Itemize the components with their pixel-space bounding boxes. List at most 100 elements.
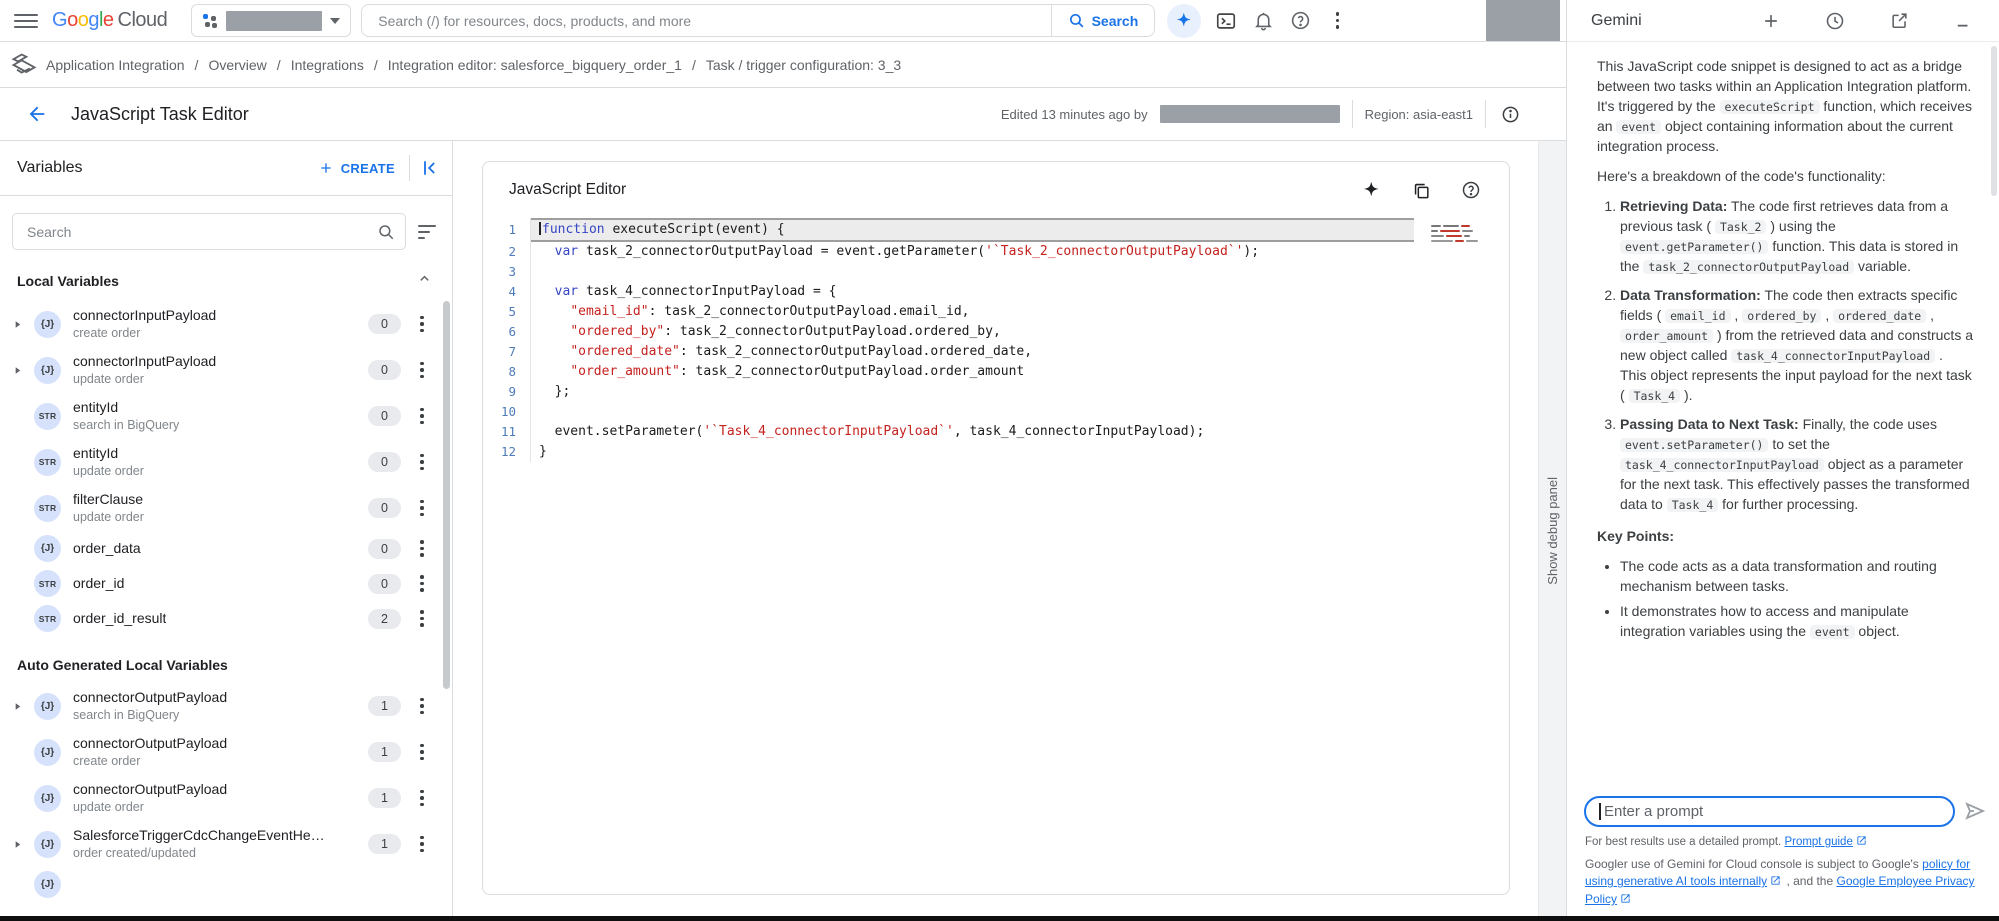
usage-count-badge: 0 — [368, 498, 401, 518]
more-options-icon[interactable] — [410, 404, 434, 428]
variable-row[interactable]: STRfilterClauseupdate order0 — [0, 485, 452, 531]
variable-name: SalesforceTriggerCdcChangeEventHeader… — [73, 826, 328, 845]
history-button[interactable] — [1823, 9, 1847, 33]
google-cloud-logo[interactable]: GoogleCloud — [52, 9, 167, 32]
breadcrumb-segment[interactable]: Application Integration — [46, 57, 185, 73]
json-type-icon: {J} — [34, 831, 61, 858]
global-search: Search — [361, 4, 1155, 37]
external-link-icon — [1770, 874, 1781, 891]
more-options-icon[interactable] — [410, 450, 434, 474]
new-chat-button[interactable] — [1759, 9, 1783, 33]
kebab-icon — [1336, 12, 1340, 29]
prompt-input[interactable] — [1584, 796, 1955, 827]
gemini-title: Gemini — [1591, 12, 1642, 30]
prompt-guide-link[interactable]: Prompt guide — [1784, 836, 1852, 848]
project-selector[interactable] — [191, 4, 351, 37]
variable-row[interactable]: STRentityIdsearch in BigQuery0 — [0, 393, 452, 439]
code-line[interactable]: 4 var task_4_connectorInputPayload = { — [483, 282, 1509, 302]
code-editor[interactable]: 1function executeScript(event) {2 var ta… — [483, 218, 1509, 462]
breadcrumb-segment[interactable]: Overview — [208, 57, 266, 73]
variable-row[interactable]: {J}connectorInputPayloadupdate order0 — [0, 347, 452, 393]
bell-icon — [1253, 10, 1274, 31]
variable-row[interactable]: {J}order_data0 — [0, 531, 452, 566]
expand-arrow-icon[interactable] — [12, 839, 29, 850]
code-line[interactable]: 3 — [483, 262, 1509, 282]
gemini-generate-button[interactable] — [1359, 178, 1383, 202]
chevron-up-icon[interactable] — [417, 271, 432, 291]
sort-icon[interactable] — [418, 224, 438, 240]
gemini-button[interactable] — [1167, 4, 1201, 38]
sidebar-scrollbar[interactable] — [443, 301, 450, 689]
notifications-button[interactable] — [1251, 9, 1275, 33]
code-line[interactable]: 6 "ordered_by": task_2_connectorOutputPa… — [483, 322, 1509, 342]
breadcrumb-segment[interactable]: Integrations — [291, 57, 364, 73]
code-line[interactable]: 7 "ordered_date": task_2_connectorOutput… — [483, 342, 1509, 362]
editor-help-button[interactable] — [1459, 178, 1483, 202]
more-options-icon[interactable] — [410, 832, 434, 856]
code-line[interactable]: 1function executeScript(event) { — [483, 218, 1509, 242]
back-button[interactable] — [25, 102, 49, 126]
code-line[interactable]: 5 "email_id": task_2_connectorOutputPayl… — [483, 302, 1509, 322]
more-options-button[interactable] — [1325, 9, 1349, 33]
json-type-icon: {J} — [34, 357, 61, 384]
code-line[interactable]: 2 var task_2_connectorOutputPayload = ev… — [483, 242, 1509, 262]
info-button[interactable] — [1498, 102, 1522, 126]
variable-name: connectorOutputPayload — [73, 734, 227, 753]
search-button[interactable]: Search — [1051, 5, 1155, 36]
more-options-icon[interactable] — [410, 496, 434, 520]
expand-arrow-icon[interactable] — [12, 701, 29, 712]
region-label: Region: asia-east1 — [1365, 107, 1473, 122]
code-line[interactable]: 10 — [483, 402, 1509, 422]
search-icon — [377, 223, 395, 241]
more-options-icon[interactable] — [410, 312, 434, 336]
page-title: JavaScript Task Editor — [71, 104, 249, 125]
cloud-shell-button[interactable] — [1214, 9, 1238, 33]
help-button[interactable] — [1288, 9, 1312, 33]
more-options-icon[interactable] — [410, 740, 434, 764]
breadcrumb-segment[interactable]: Integration editor: salesforce_bigquery_… — [388, 57, 682, 73]
section-header: Local Variables — [17, 271, 432, 291]
usage-count-badge: 1 — [368, 834, 401, 854]
more-options-icon[interactable] — [410, 358, 434, 382]
code-minimap[interactable] — [1431, 225, 1497, 245]
code-line[interactable]: 11 event.setParameter('`Task_4_connector… — [483, 422, 1509, 442]
more-options-icon[interactable] — [410, 572, 434, 596]
more-options-icon[interactable] — [410, 694, 434, 718]
json-type-icon: {J} — [34, 871, 61, 898]
expand-arrow-icon[interactable] — [12, 365, 29, 376]
show-debug-panel-tab[interactable]: Show debug panel — [1545, 477, 1560, 585]
code-line[interactable]: 12} — [483, 442, 1509, 462]
send-button[interactable] — [1963, 799, 1987, 823]
code-line[interactable]: 8 "order_amount": task_2_connectorOutput… — [483, 362, 1509, 382]
hamburger-menu-icon[interactable] — [14, 9, 38, 33]
gemini-scrollbar[interactable] — [1991, 46, 1997, 196]
minimize-button[interactable] — [1951, 9, 1975, 33]
more-options-icon[interactable] — [410, 537, 434, 561]
more-options-icon[interactable] — [410, 786, 434, 810]
code-line[interactable]: 9 }; — [483, 382, 1509, 402]
variable-row[interactable]: {J}connectorInputPayloadcreate order0 — [0, 301, 452, 347]
gemini-footer: For best results use a detailed prompt. … — [1567, 833, 1999, 921]
variables-title: Variables — [17, 159, 83, 177]
variable-row[interactable]: STRorder_id0 — [0, 566, 452, 601]
variable-name: connectorOutputPayload — [73, 688, 227, 707]
send-icon — [1963, 799, 1987, 823]
variable-row[interactable]: {J}connectorOutputPayloadsearch in BigQu… — [0, 683, 452, 729]
expand-arrow-icon[interactable] — [12, 319, 29, 330]
collapse-panel-button[interactable] — [418, 156, 442, 180]
variable-row[interactable]: {J}connectorOutputPayloadcreate order1 — [0, 729, 452, 775]
open-in-new-button[interactable] — [1887, 9, 1911, 33]
variable-row[interactable]: {J} SalesforceTriggerCdcChangeEventHeader… — [0, 821, 452, 867]
global-search-input[interactable] — [362, 13, 1050, 29]
back-arrow-icon — [26, 103, 48, 125]
text-cursor — [539, 222, 541, 235]
copy-button[interactable] — [1409, 178, 1433, 202]
variables-search-input[interactable] — [27, 224, 377, 240]
top-bar: GoogleCloud Search — [0, 0, 1566, 42]
variable-row[interactable]: STRorder_id_result2 — [0, 601, 452, 636]
create-button[interactable]: CREATE — [312, 154, 401, 182]
variable-row[interactable]: {J}connectorOutputPayloadupdate order1 — [0, 775, 452, 821]
variable-row[interactable]: STRentityIdupdate order0 — [0, 439, 452, 485]
variable-row[interactable]: {J} — [0, 867, 452, 902]
more-options-icon[interactable] — [410, 607, 434, 631]
